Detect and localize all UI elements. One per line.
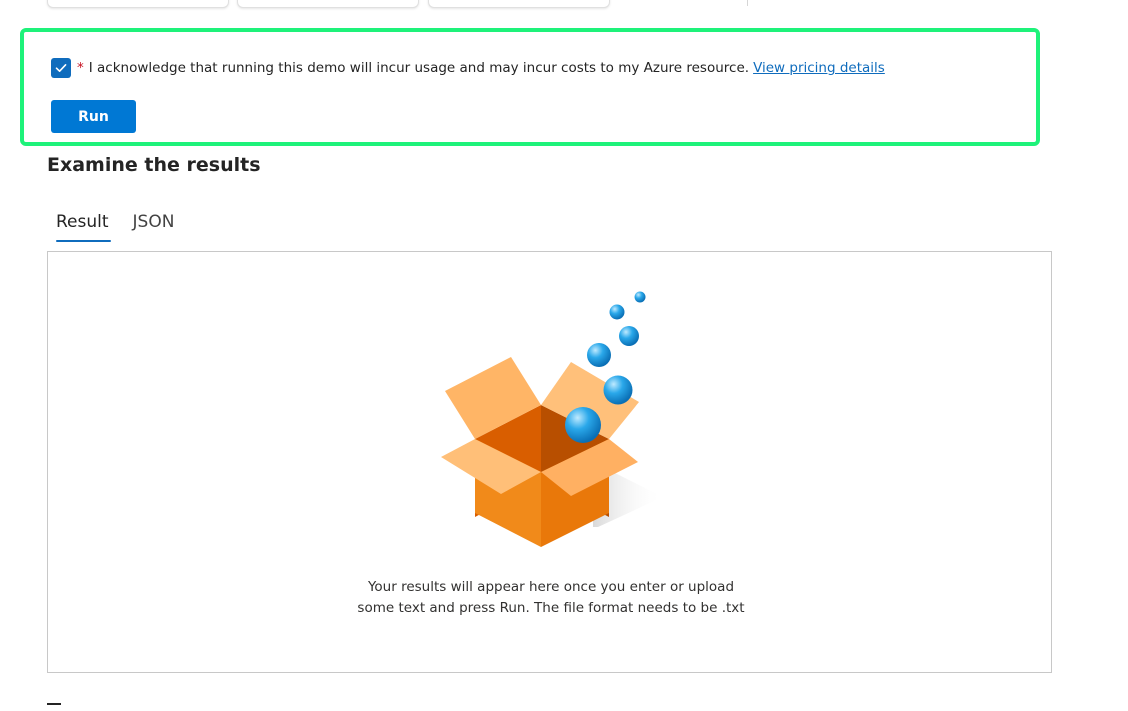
top-option-card[interactable] [47,0,229,8]
run-button[interactable]: Run [51,100,136,133]
tab-json[interactable]: JSON [124,212,184,242]
required-marker: * [77,60,84,76]
empty-box-illustration [441,291,663,547]
empty-results-message: Your results will appear here once you e… [357,579,745,616]
acknowledgement-highlight: * I acknowledge that running this demo w… [20,28,1040,146]
divider [747,0,748,6]
view-pricing-link[interactable]: View pricing details [753,60,885,76]
acknowledgement-row: * I acknowledge that running this demo w… [51,58,885,78]
section-title: Examine the results [47,154,261,176]
results-tabs: Result JSON [47,212,189,242]
tab-result[interactable]: Result [47,212,118,242]
acknowledgement-text: I acknowledge that running this demo wil… [88,60,750,76]
top-option-card[interactable] [428,0,610,8]
acknowledge-checkbox[interactable] [51,58,71,78]
checkmark-icon [55,64,67,72]
page: * I acknowledge that running this demo w… [0,0,1128,711]
top-option-card[interactable] [237,0,419,8]
next-section-heading-fragment [47,703,61,711]
result-panel: Your results will appear here once you e… [47,251,1052,673]
